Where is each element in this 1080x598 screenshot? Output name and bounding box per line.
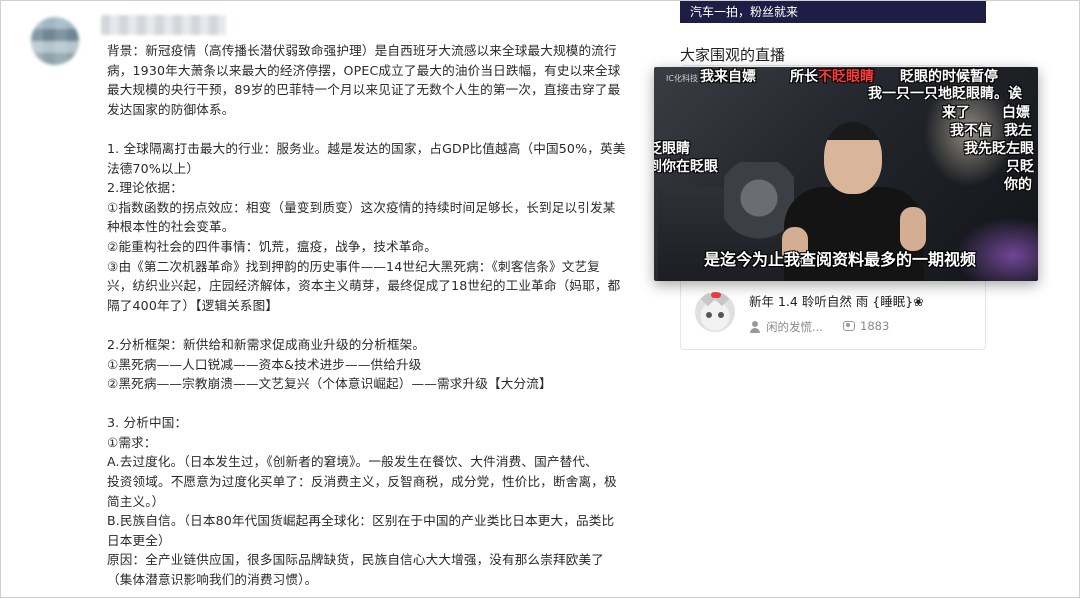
post-line: ①黑死病——人口锐减——资本&技术进步——供给升级 xyxy=(107,356,422,372)
video-preview[interactable]: IC化科技 我来自嫖 所长不眨眼睛 眨眼的时候暂停 我一只一只地眨眼睛。诶 来了… xyxy=(654,67,1038,281)
danmaku: 我来自嫖 xyxy=(700,69,756,85)
post-line: 2.理论依据： xyxy=(107,180,184,196)
author-name-blurred[interactable] xyxy=(101,15,226,35)
danmaku: 来了 xyxy=(942,105,970,121)
user-icon xyxy=(749,321,761,333)
video-watermark: IC化科技 xyxy=(666,74,698,83)
post-line: 日本更全） xyxy=(107,532,171,548)
live-section-title: 大家围观的直播 xyxy=(680,46,786,64)
danmaku: 到你在眨眼 xyxy=(654,159,718,175)
post-line: A.去过度化。（日本发生过，《创新者的窘境》。一般发生在餐饮、大件消费、国产替代… xyxy=(107,454,598,470)
presenter-head xyxy=(824,122,882,194)
danmaku: 我左 xyxy=(1004,123,1032,139)
post-line: ①指数函数的拐点效应：相变（量变到质变）这次疫情的持续时间足够长，长到足以引发某 xyxy=(107,199,616,215)
post-line: 兴，纺织业兴起，庄园经济解体，资本主义萌芽，最终促成了18世纪的工业革命（妈耶，… xyxy=(107,278,621,294)
recommend-avatar[interactable] xyxy=(695,292,735,332)
post-body: 背景：新冠疫情（高传播长潜伏弱致命强护理）是自西班牙大流感以来全球最大规模的流行… xyxy=(107,41,647,590)
danmaku: 你的 xyxy=(1004,177,1032,193)
post-line: 投资领域。不愿意为过度化买单了：反消费主义，反智商税，成分党，性价比，断舍离，极 xyxy=(107,474,617,490)
top-banner[interactable]: 汽车一拍，粉丝就来 xyxy=(680,1,986,23)
view-count-icon xyxy=(843,321,855,331)
post-line: 简主义。） xyxy=(107,493,165,509)
recommend-user-name[interactable]: 闲的发慌... xyxy=(766,319,823,335)
post-line: 法德70%以上） xyxy=(107,160,200,176)
post-line: 背景：新冠疫情（高传播长潜伏弱致命强护理）是自西班牙大流感以来全球最大规模的流行 xyxy=(107,43,617,58)
post-line: ②黑死病——宗教崩溃——文艺复兴（个体意识崛起）——需求升级【大分流】 xyxy=(107,376,552,392)
post-line: B.民族自信。（日本80年代国货崛起再全球化：区别在于中国的产业类比日本更大，品… xyxy=(107,513,615,529)
post-line: 病，1930年大萧条以来最大的经济停摆，OPEC成立了最大的油价当日跌幅，有史以… xyxy=(107,62,621,78)
post-line: （集体潜意识影响我们的消费习惯）。 xyxy=(107,572,318,588)
post-line: 发达国家的防御体系。 xyxy=(107,101,235,117)
post-line: ②能重构社会的四件事情：饥荒，瘟疫，战争，技术革命。 xyxy=(107,238,438,254)
post-line: 种根本性的社会变革。 xyxy=(107,219,235,235)
cat-eye-right xyxy=(718,312,724,318)
recommend-user[interactable]: 闲的发慌... xyxy=(749,319,823,335)
post-line: 原因：全产业链供应国，很多国际品牌缺货，民族自信心大大增强，没有那么崇拜欧美了 xyxy=(107,552,605,568)
recommend-title[interactable]: 新年 1.4 聆听自然 雨 {睡眠}❀ xyxy=(749,291,924,310)
post-line: ①需求： xyxy=(107,434,157,450)
danmaku: 所长不眨眼睛 xyxy=(790,69,874,85)
presenter-hand-right xyxy=(900,207,926,251)
post-line: 最大规模的央行干预，89岁的巴菲特一个月以来见证了无数个人生的第一次，直接击穿了… xyxy=(107,82,621,98)
recommend-views: 1883 xyxy=(843,319,889,333)
danmaku: 白嫖 xyxy=(1002,105,1030,121)
recommend-view-count: 1883 xyxy=(860,319,890,333)
cat-eye-left xyxy=(706,312,712,318)
danmaku: 眨眼的时候暂停 xyxy=(900,69,998,85)
video-subtitle: 是迄今为止我查阅资料最多的一期视频 xyxy=(704,250,977,269)
post-line: 隔了400年了）【逻辑关系图】 xyxy=(107,297,279,313)
post-line: 1. 全球隔离打击最大的行业：服务业。越是发达的国家，占GDP比值越高（中国50… xyxy=(107,140,626,156)
post-line: ③由《第二次机器革命》找到押韵的历史事件——14世纪大黑死病：《刺客信条》文艺复 xyxy=(107,258,600,274)
post-line: 2.分析框架：新供给和新需求促成商业升级的分析框架。 xyxy=(107,336,426,352)
danmaku: 眨眼睛 xyxy=(654,141,690,157)
danmaku: 我不信 xyxy=(950,123,992,139)
danmaku: 只眨 xyxy=(1006,159,1034,175)
bow-icon xyxy=(711,292,721,298)
danmaku: 我一只一只地眨眼睛。诶 xyxy=(868,86,1022,102)
author-avatar[interactable] xyxy=(31,17,79,65)
danmaku: 我先眨左眼 xyxy=(964,141,1034,157)
post-line: 3. 分析中国： xyxy=(107,415,188,431)
